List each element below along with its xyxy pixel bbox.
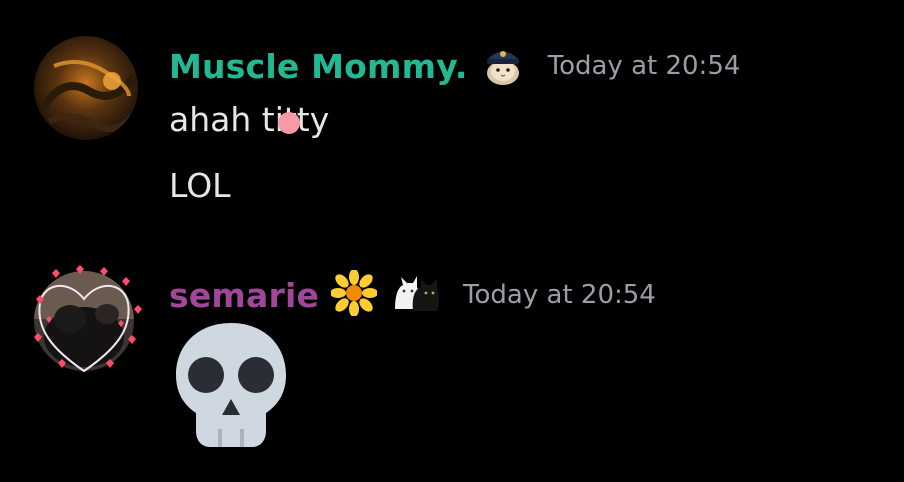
avatar-image	[34, 36, 138, 140]
touch-indicator	[278, 112, 300, 134]
avatar[interactable]	[22, 259, 146, 383]
message-header: semarie Today at 20:54	[169, 269, 656, 321]
cats-icon	[389, 273, 441, 317]
message: semarie Today at 20:54	[0, 255, 904, 475]
timestamp[interactable]: Today at 20:54	[463, 280, 656, 310]
cat-police-cap-icon	[480, 41, 526, 91]
username[interactable]: Muscle Mommy.	[169, 47, 468, 86]
avatar[interactable]	[34, 36, 138, 140]
avatar-image	[34, 265, 142, 373]
username[interactable]: semarie	[169, 276, 319, 315]
message-text: ahah titty	[169, 100, 330, 139]
sunflower-icon	[330, 269, 379, 320]
chat-log: Muscle Mommy. Today at 20:54 ahah titty …	[0, 0, 904, 482]
skull-icon	[170, 319, 292, 451]
timestamp[interactable]: Today at 20:54	[548, 51, 741, 81]
message-header: Muscle Mommy. Today at 20:54	[169, 38, 740, 94]
message: Muscle Mommy. Today at 20:54 ahah titty …	[0, 30, 904, 220]
message-text: LOL	[169, 166, 231, 205]
